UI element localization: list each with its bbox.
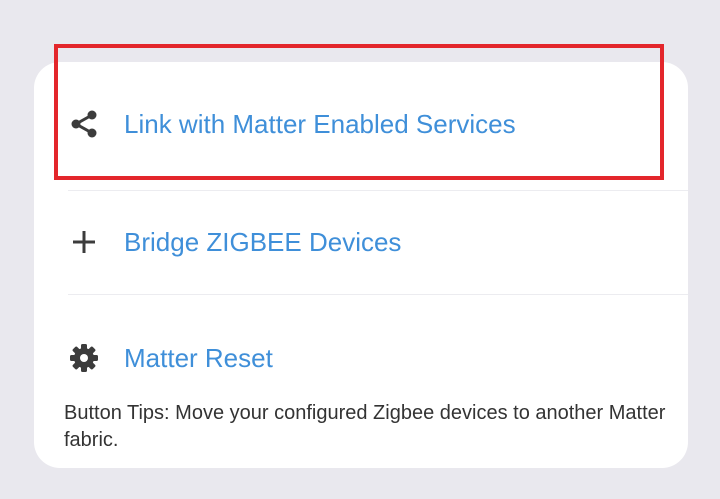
bridge-zigbee-devices-button[interactable]: Bridge ZIGBEE Devices: [34, 220, 688, 264]
divider: [68, 294, 688, 295]
share-icon: [68, 108, 100, 140]
bridge-zigbee-devices-label: Bridge ZIGBEE Devices: [124, 226, 402, 257]
button-tips-text: Button Tips: Move your configured Zigbee…: [64, 402, 666, 451]
matter-reset-button[interactable]: Matter Reset: [34, 336, 688, 380]
plus-icon: [68, 226, 100, 258]
matter-options-card: Link with Matter Enabled Services Bridge…: [34, 62, 688, 468]
divider: [68, 190, 688, 191]
matter-reset-label: Matter Reset: [124, 342, 273, 373]
link-matter-services-button[interactable]: Link with Matter Enabled Services: [34, 102, 688, 146]
link-matter-services-label: Link with Matter Enabled Services: [124, 108, 516, 139]
gear-icon: [68, 342, 100, 374]
